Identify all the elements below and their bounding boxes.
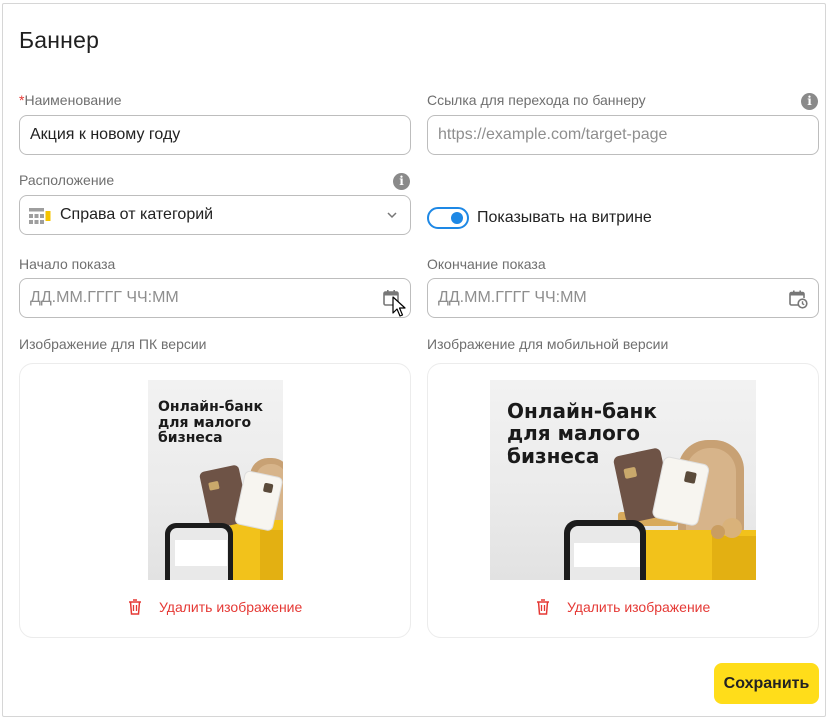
layout-grid-icon (29, 208, 51, 224)
pc-delete-image-button[interactable]: Удалить изображение (127, 598, 302, 616)
trash-icon (537, 599, 549, 615)
start-date-input[interactable] (20, 279, 410, 317)
mobile-banner-illustration (564, 440, 756, 580)
page-title: Баннер (19, 27, 100, 53)
name-field[interactable] (19, 115, 411, 155)
mobile-delete-image-button[interactable]: Удалить изображение (535, 598, 710, 616)
mobile-image-card: Онлайн-банк для малого бизнеса Удалить и… (427, 363, 819, 638)
placement-label: Расположение (19, 172, 115, 188)
pc-delete-label: Удалить изображение (159, 599, 303, 615)
end-label: Окончание показа (427, 256, 546, 272)
link-field[interactable] (427, 115, 819, 155)
end-date-field[interactable] (427, 278, 819, 318)
pointer-cursor-icon (392, 296, 406, 317)
placement-select[interactable]: Справа от категорий (19, 195, 411, 235)
pc-image-card: Онлайн-банк для малого бизнеса Удалить и… (19, 363, 411, 638)
mobile-delete-label: Удалить изображение (567, 599, 711, 615)
pc-image-label: Изображение для ПК версии (19, 336, 207, 352)
mobile-image-label: Изображение для мобильной версии (427, 336, 669, 352)
pc-banner-image[interactable]: Онлайн-банк для малого бизнеса (148, 380, 283, 580)
save-button[interactable]: Сохранить (714, 663, 819, 704)
info-icon[interactable]: i (393, 173, 410, 190)
trash-icon (129, 599, 141, 615)
name-label: *Наименование (19, 92, 122, 108)
mobile-banner-image[interactable]: Онлайн-банк для малого бизнеса (490, 380, 756, 580)
placement-value: Справа от категорий (60, 206, 214, 223)
chevron-down-icon (387, 212, 397, 219)
name-input[interactable] (20, 116, 410, 154)
showcase-toggle[interactable] (427, 207, 469, 229)
end-date-input[interactable] (428, 279, 818, 317)
name-label-text: Наименование (24, 92, 122, 108)
showcase-toggle-label: Показывать на витрине (477, 209, 652, 226)
link-input[interactable] (428, 116, 818, 154)
toggle-knob (451, 212, 463, 224)
start-date-field[interactable] (19, 278, 411, 318)
link-label: Ссылка для перехода по баннеру (427, 92, 646, 108)
start-label: Начало показа (19, 256, 116, 272)
info-icon[interactable]: i (801, 93, 818, 110)
pc-banner-illustration (165, 458, 283, 580)
calendar-clock-icon[interactable] (788, 289, 808, 309)
